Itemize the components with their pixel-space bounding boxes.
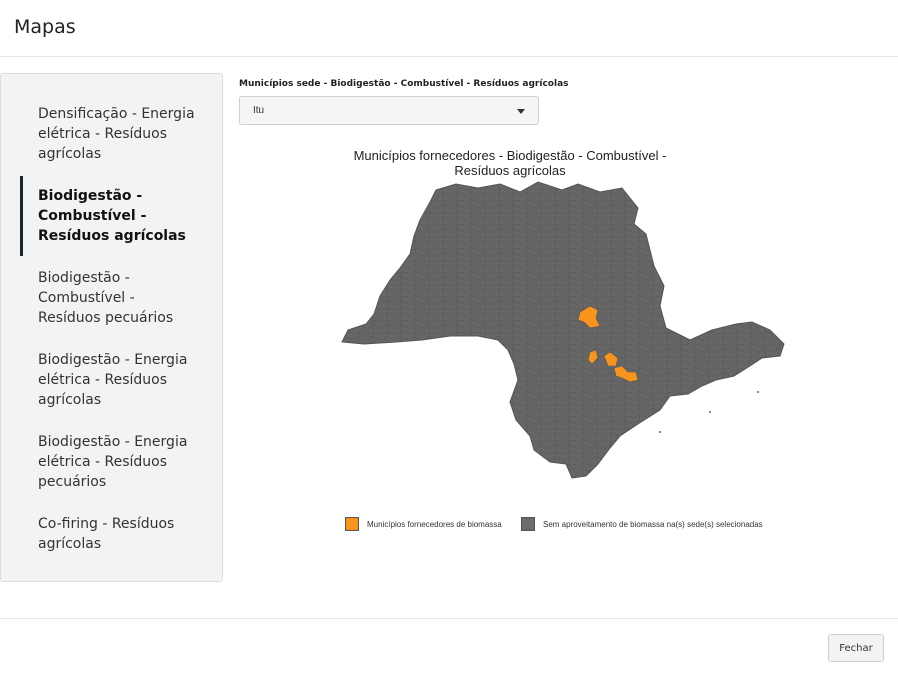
coastal-islands [659, 391, 759, 433]
sidebar-item-label: Densificação - Energia elétrica - Resídu… [38, 106, 195, 162]
sidebar-item-densificacao-energia-agricolas[interactable]: Densificação - Energia elétrica - Resídu… [20, 104, 200, 164]
chevron-down-icon [517, 109, 525, 114]
legend-label: Municípios fornecedores de biomassa [367, 520, 502, 529]
legend-label: Sem aproveitamento de biomassa na(s) sed… [543, 520, 763, 529]
sidebar-item-label: Co-firing - Resíduos agrícolas [38, 516, 175, 552]
map-type-sidebar: Densificação - Energia elétrica - Resídu… [0, 73, 223, 582]
legend-swatch [521, 517, 535, 531]
legend-item-supplier: Municípios fornecedores de biomassa [345, 516, 515, 534]
sidebar-item-biodigestao-energia-pecuarios[interactable]: Biodigestão - Energia elétrica - Resíduo… [20, 432, 200, 492]
municipality-boundaries [342, 182, 784, 478]
municipio-select-value: Itu [253, 105, 265, 116]
sidebar-item-label: Biodigestão - Energia elétrica - Resíduo… [38, 352, 188, 408]
sidebar-item-biodigestao-energia-agricolas[interactable]: Biodigestão - Energia elétrica - Resíduo… [20, 350, 200, 410]
sidebar-item-label: Biodigestão - Energia elétrica - Resíduo… [38, 434, 188, 490]
sao-paulo-state-map [341, 181, 785, 479]
modal-header: Mapas [0, 0, 898, 57]
sidebar-item-biodigestao-combustivel-pecuarios[interactable]: Biodigestão - Combustível - Resíduos pec… [20, 268, 200, 328]
legend-swatch [345, 517, 359, 531]
municipio-select[interactable]: Itu [239, 96, 539, 125]
sidebar-item-cofiring-agricolas[interactable]: Co-firing - Resíduos agrícolas [20, 514, 200, 554]
sidebar-item-biodigestao-combustivel-agricolas[interactable]: Biodigestão - Combustível - Resíduos agr… [20, 176, 200, 256]
municipio-select-label: Municípios sede - Biodigestão - Combustí… [239, 79, 569, 89]
legend-item-no-use: Sem aproveitamento de biomassa na(s) sed… [521, 516, 791, 534]
sidebar-item-label: Biodigestão - Combustível - Resíduos pec… [38, 270, 174, 326]
modal-title: Mapas [14, 16, 76, 38]
modal-footer [0, 618, 898, 677]
sidebar-item-label: Biodigestão - Combustível - Resíduos agr… [38, 188, 186, 244]
map-title: Municípios fornecedores - Biodigestão - … [353, 148, 667, 178]
map-panel: Municípios sede - Biodigestão - Combustí… [238, 76, 888, 596]
close-button[interactable]: Fechar [828, 634, 884, 662]
